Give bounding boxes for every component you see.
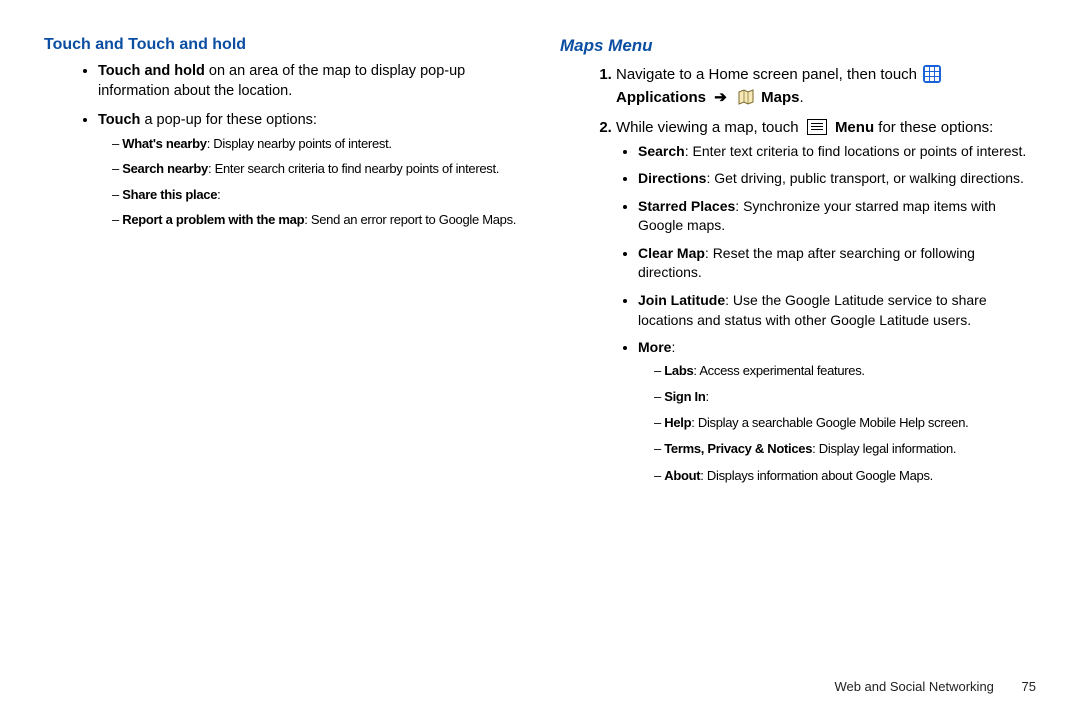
text: : Get driving, public transport, or walk… <box>706 170 1023 186</box>
right-column: Maps Menu Navigate to a Home screen pane… <box>560 36 1036 493</box>
step-1: Navigate to a Home screen panel, then to… <box>616 64 1036 109</box>
label: Starred Places <box>638 198 735 214</box>
left-list: Touch and hold on an area of the map to … <box>44 62 520 229</box>
label: Share this place <box>122 187 217 202</box>
columns: Touch and Touch and hold Touch and hold … <box>44 36 1036 493</box>
sub-whats-nearby: What's nearby: Display nearby points of … <box>112 135 520 153</box>
page-footer: Web and Social Networking 75 <box>834 679 1036 694</box>
text: : Display legal information. <box>812 441 956 456</box>
text: : Access experimental features. <box>693 363 864 378</box>
more-labs: Labs: Access experimental features. <box>654 362 1036 380</box>
arrow-icon: ➔ <box>714 89 727 106</box>
step-2: While viewing a map, touch Menu for thes… <box>616 117 1036 485</box>
text: a pop-up for these options: <box>140 112 317 128</box>
opt-more: More: Labs: Access experimental features… <box>638 338 1036 485</box>
maps-icon <box>738 89 754 105</box>
text: for these options: <box>874 119 993 136</box>
label: Touch <box>98 112 140 128</box>
label-menu: Menu <box>835 119 874 136</box>
text: Navigate to a Home screen panel, then to… <box>616 66 921 83</box>
label: Directions <box>638 170 706 186</box>
text: While viewing a map, touch <box>616 119 803 136</box>
label: Labs <box>664 363 693 378</box>
more-options: Labs: Access experimental features. Sign… <box>638 362 1036 485</box>
opt-clear-map: Clear Map: Reset the map after searching… <box>638 244 1036 283</box>
text: : Enter search criteria to find nearby p… <box>208 161 499 176</box>
label: Join Latitude <box>638 292 725 308</box>
dot: . <box>799 89 803 106</box>
text: : <box>705 389 708 404</box>
text: : Send an error report to Google Maps. <box>304 212 516 227</box>
opt-starred: Starred Places: Synchronize your starred… <box>638 197 1036 236</box>
more-help: Help: Display a searchable Google Mobile… <box>654 414 1036 432</box>
label: Help <box>664 415 691 430</box>
label: Report a problem with the map <box>122 212 304 227</box>
label: Touch and hold <box>98 63 205 79</box>
label: More <box>638 339 671 355</box>
label: About <box>664 468 700 483</box>
text: : <box>671 339 675 355</box>
label: Search nearby <box>122 161 208 176</box>
text: : Displays information about Google Maps… <box>700 468 933 483</box>
text: : <box>217 187 220 202</box>
text: : Display a searchable Google Mobile Hel… <box>691 415 968 430</box>
left-column: Touch and Touch and hold Touch and hold … <box>44 36 520 493</box>
more-about: About: Displays information about Google… <box>654 467 1036 485</box>
opt-search: Search: Enter text criteria to find loca… <box>638 142 1036 162</box>
label: What's nearby <box>122 136 206 151</box>
text: : Display nearby points of interest. <box>207 136 392 151</box>
opt-latitude: Join Latitude: Use the Google Latitude s… <box>638 291 1036 330</box>
label: Sign In <box>664 389 705 404</box>
menu-icon <box>807 119 827 135</box>
right-steps: Navigate to a Home screen panel, then to… <box>560 64 1036 485</box>
heading-maps-menu: Maps Menu <box>560 36 1036 56</box>
label: Clear Map <box>638 245 705 261</box>
label-applications: Applications <box>616 89 706 106</box>
opt-directions: Directions: Get driving, public transpor… <box>638 169 1036 189</box>
more-terms: Terms, Privacy & Notices: Display legal … <box>654 440 1036 458</box>
menu-options: Search: Enter text criteria to find loca… <box>616 142 1036 485</box>
label: Search <box>638 143 685 159</box>
more-signin: Sign In: <box>654 388 1036 406</box>
section-name: Web and Social Networking <box>834 679 993 694</box>
label-maps: Maps <box>761 89 799 106</box>
sub-share-place: Share this place: <box>112 186 520 204</box>
manual-page: Touch and Touch and hold Touch and hold … <box>0 0 1080 720</box>
bullet-touch-popup: Touch a pop-up for these options: What's… <box>98 111 520 229</box>
heading-touch: Touch and Touch and hold <box>44 36 520 54</box>
label: Terms, Privacy & Notices <box>664 441 812 456</box>
text: : Enter text criteria to find locations … <box>685 143 1027 159</box>
sub-report-problem: Report a problem with the map: Send an e… <box>112 211 520 229</box>
left-sublist: What's nearby: Display nearby points of … <box>98 135 520 229</box>
page-number: 75 <box>1022 679 1036 694</box>
sub-search-nearby: Search nearby: Enter search criteria to … <box>112 160 520 178</box>
bullet-touch-hold: Touch and hold on an area of the map to … <box>98 62 520 101</box>
applications-icon <box>923 65 941 83</box>
